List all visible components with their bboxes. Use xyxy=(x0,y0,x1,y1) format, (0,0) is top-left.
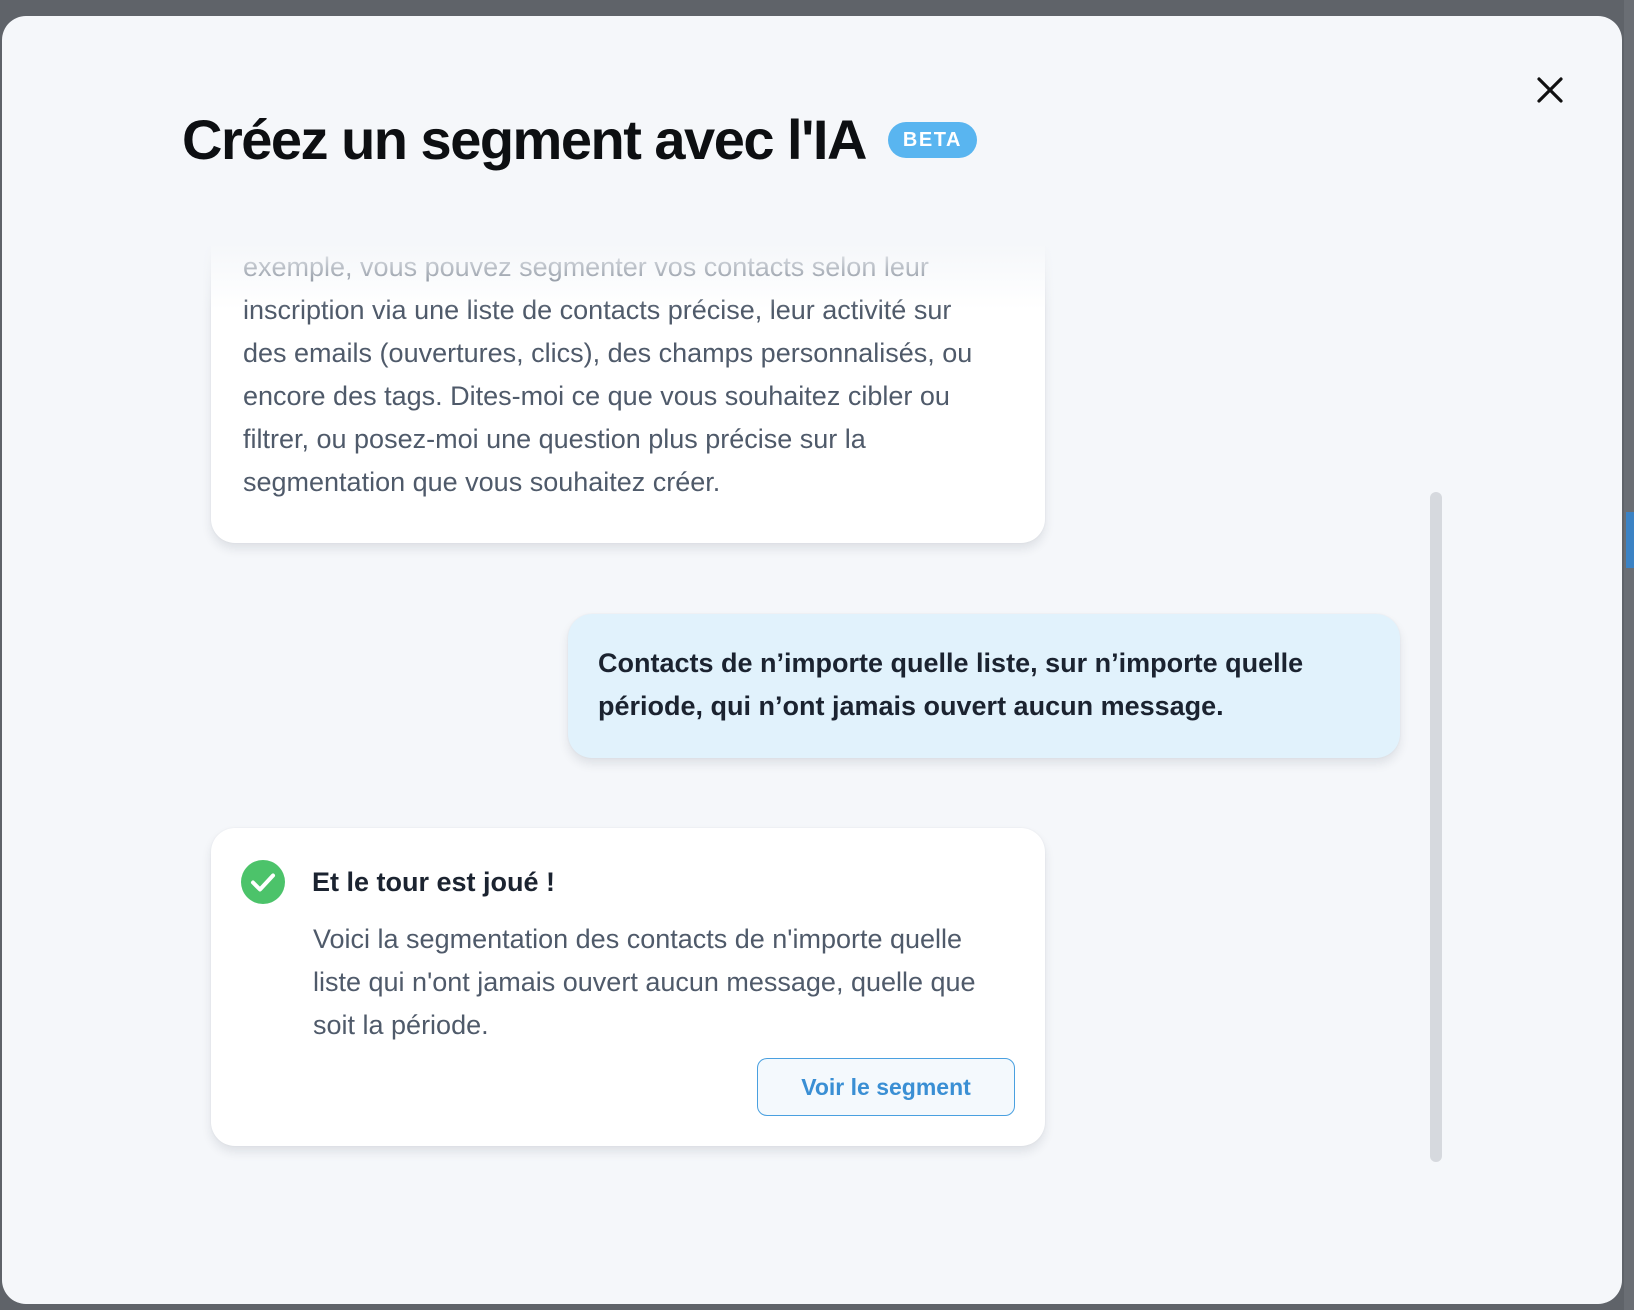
modal-header: Créez un segment avec l'IA BETA xyxy=(182,112,977,168)
check-circle-icon xyxy=(241,860,285,904)
message-line: inscription via une liste de contacts pr… xyxy=(243,295,952,325)
chat-thread[interactable]: exemple, vous pouvez segmenter vos conta… xyxy=(182,246,1427,1166)
view-segment-button[interactable]: Voir le segment xyxy=(757,1058,1015,1116)
assistant-message: exemple, vous pouvez segmenter vos conta… xyxy=(211,246,1045,543)
chat-scrollbar[interactable] xyxy=(1430,492,1442,1162)
message-line: liste qui n'ont jamais ouvert aucun mess… xyxy=(313,967,976,997)
close-icon xyxy=(1537,77,1563,103)
ai-segment-modal: Créez un segment avec l'IA BETA exemple,… xyxy=(2,16,1622,1304)
message-line: Contacts de n’importe quelle liste, sur … xyxy=(598,648,1304,678)
result-header: Et le tour est joué ! xyxy=(241,860,1015,904)
user-message: Contacts de n’importe quelle liste, sur … xyxy=(568,614,1400,758)
message-line: encore des tags. Dites-moi ce que vous s… xyxy=(243,381,950,411)
message-line: segmentation que vous souhaitez créer. xyxy=(243,467,721,497)
message-line: soit la période. xyxy=(313,1010,489,1040)
result-body: Voici la segmentation des contacts de n'… xyxy=(313,918,1015,1047)
message-line: Voici la segmentation des contacts de n'… xyxy=(313,924,963,954)
background-page-tab xyxy=(1626,512,1634,568)
modal-title: Créez un segment avec l'IA xyxy=(182,108,867,171)
message-line: filtrer, ou posez-moi une question plus … xyxy=(243,424,866,454)
close-button[interactable] xyxy=(1526,66,1574,114)
beta-badge: BETA xyxy=(887,122,977,158)
message-line: exemple, vous pouvez segmenter vos conta… xyxy=(243,252,929,282)
assistant-result-message: Et le tour est joué ! Voici la segmentat… xyxy=(211,828,1045,1146)
message-line: période, qui n’ont jamais ouvert aucun m… xyxy=(598,691,1224,721)
result-title: Et le tour est joué ! xyxy=(312,867,556,897)
message-line: des emails (ouvertures, clics), des cham… xyxy=(243,338,973,368)
background-page-edge xyxy=(1624,0,1634,1310)
